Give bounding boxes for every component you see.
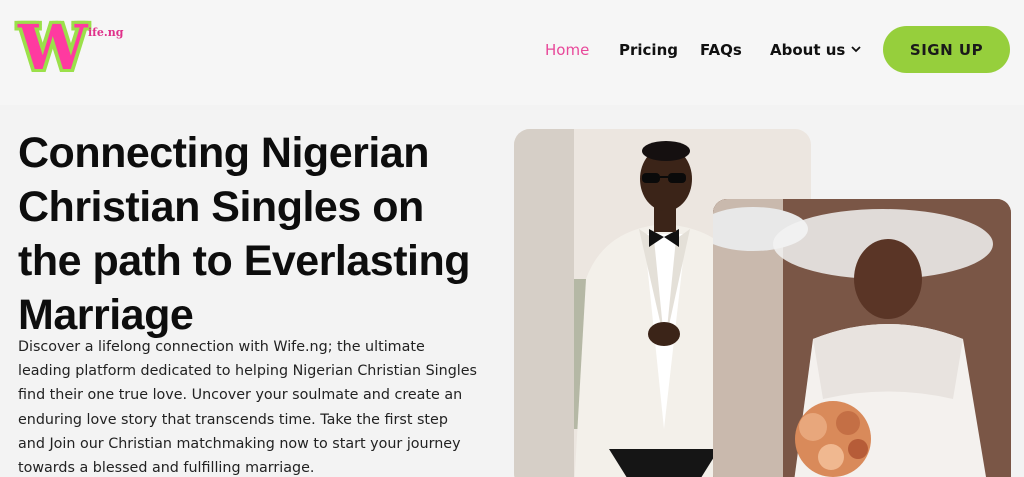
nav-about-label: About us xyxy=(770,41,846,59)
logo-mark: W xyxy=(18,11,88,84)
site-header: W ife.ng Home Pricing FAQs About us SIGN… xyxy=(0,0,1024,105)
nav-pricing-link[interactable]: Pricing xyxy=(619,38,678,62)
bride-illustration xyxy=(713,199,1011,477)
hero-title: Connecting Nigerian Christian Singles on… xyxy=(18,129,471,339)
site-logo[interactable]: W ife.ng xyxy=(18,11,138,84)
nav-about-dropdown[interactable]: About us xyxy=(770,38,861,62)
hero-description: Discover a lifelong connection with Wife… xyxy=(18,339,478,477)
page: W ife.ng Home Pricing FAQs About us SIGN… xyxy=(0,0,1024,477)
nav-faqs-link[interactable]: FAQs xyxy=(700,38,742,62)
logo-wordmark: ife.ng xyxy=(88,26,124,39)
nav-home-link[interactable]: Home xyxy=(545,38,589,62)
signup-button[interactable]: SIGN UP xyxy=(883,26,1010,73)
chevron-down-icon xyxy=(851,39,861,63)
bride-photo xyxy=(713,199,1011,477)
